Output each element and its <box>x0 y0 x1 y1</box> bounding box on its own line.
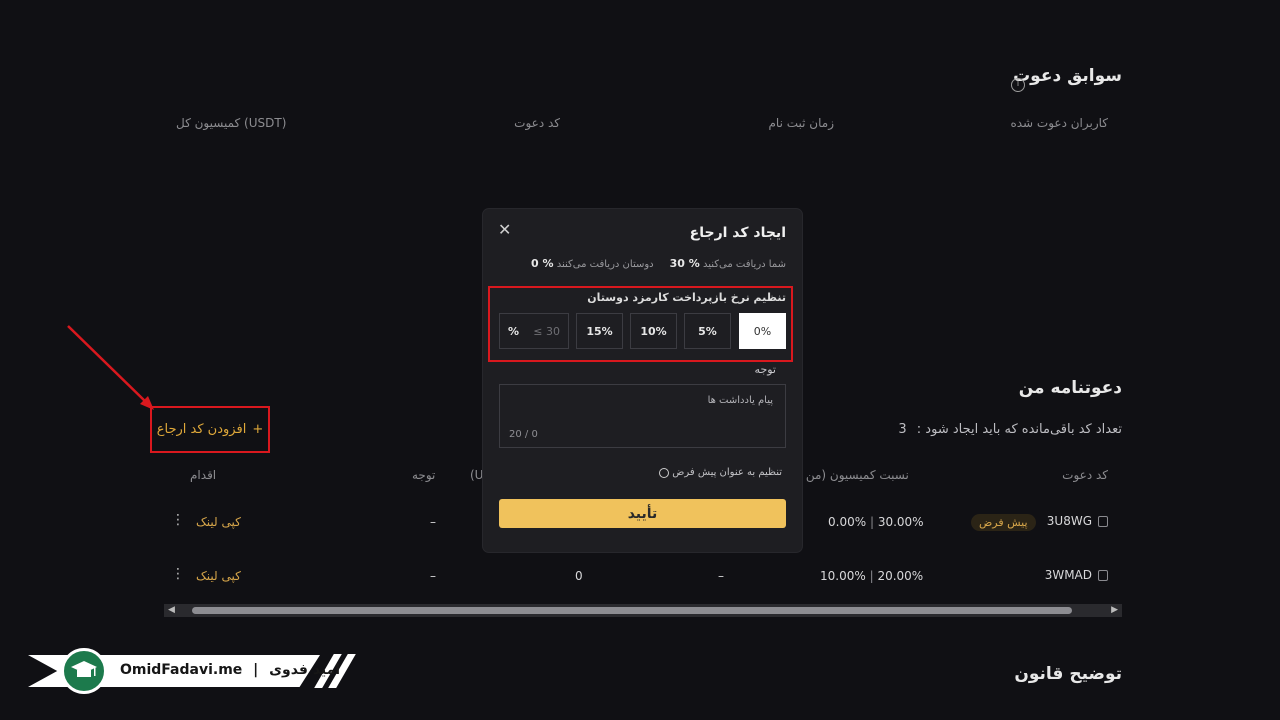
remaining-codes: تعداد کد باقی‌مانده که باید ایجاد شود : … <box>898 422 1122 437</box>
invite-code: 3WMAD <box>1044 568 1092 582</box>
horizontal-scrollbar[interactable]: ◀ ▶ <box>164 604 1122 617</box>
my-invites-title: دعوتنامه من <box>1018 378 1122 398</box>
table-row: 3WMAD 10.00% | 20.00% – 0 – کپی لینک ⋮ <box>0 562 1280 590</box>
more-options-icon[interactable]: ⋮ <box>171 566 185 582</box>
commission-summary: شما دریافت می‌کنید 30 % دوستان دریافت می… <box>531 257 786 270</box>
note-placeholder: پیام یادداشت ها <box>707 395 773 406</box>
copy-icon[interactable] <box>1098 515 1108 527</box>
invite-history-title: سوابق دعوت <box>1013 66 1122 86</box>
ratio-friend: 10.00% <box>820 569 866 583</box>
ratio-mine: 30.00% <box>877 515 924 529</box>
custom-rate-unit: % <box>508 324 520 338</box>
copy-link-button[interactable]: کپی لینک <box>196 569 241 583</box>
set-default-label: تنظیم به عنوان پیش فرض <box>672 467 782 478</box>
watermark: OmidFadavi.me | امید فدوی <box>28 648 356 694</box>
invite-code: 3U8WG <box>1046 514 1092 528</box>
col-invite-code: کد دعوت <box>514 116 560 130</box>
note-textarea[interactable]: پیام یادداشت ها 20 / 0 <box>499 384 786 448</box>
arrow-annotation-icon <box>67 325 154 410</box>
close-icon[interactable]: ✕ <box>498 220 511 239</box>
add-referral-code-button[interactable]: افزودن کد ارجاع + <box>150 406 270 453</box>
note-label: توجه <box>754 363 776 376</box>
copy-link-button[interactable]: کپی لینک <box>196 515 241 529</box>
col-invited-users: کاربران دعوت شده <box>1010 116 1108 130</box>
rules-title: توضیح قانون <box>1014 664 1122 684</box>
you-receive-label: شما دریافت می‌کنید <box>702 259 786 270</box>
custom-rate-input[interactable]: % ≤ 30 <box>499 313 569 349</box>
friend-receive-label: دوستان دریافت می‌کنند <box>556 259 654 270</box>
create-referral-modal: ایجاد کد ارجاع ✕ شما دریافت می‌کنید 30 %… <box>483 209 802 552</box>
remaining-value: 3 <box>898 422 907 437</box>
scroll-right-icon[interactable]: ▶ <box>1111 605 1118 615</box>
radio-icon[interactable] <box>659 467 670 478</box>
note-cell: – <box>430 515 436 529</box>
rate-option-0[interactable]: 0% <box>739 313 786 349</box>
th-note: توجه <box>412 468 436 482</box>
you-receive-value: 30 % <box>669 257 700 270</box>
col-total-commission: کمیسیون کل (USDT) <box>176 116 287 130</box>
invite-code-cell: 3U8WG <box>1047 514 1108 528</box>
ratio-cell: 10.00% | 20.00% <box>820 569 924 583</box>
count-cell: 0 <box>575 569 583 583</box>
note-cell: – <box>430 569 436 583</box>
modal-title: ایجاد کد ارجاع <box>689 225 786 241</box>
ratio-cell: 0.00% | 30.00% <box>828 515 924 529</box>
ratio-mine: 20.00% <box>877 569 924 583</box>
note-char-count: 20 / 0 <box>509 429 538 440</box>
scroll-left-icon[interactable]: ◀ <box>168 605 175 615</box>
rate-option-5[interactable]: 5% <box>684 313 731 349</box>
rate-option-10[interactable]: 10% <box>630 313 677 349</box>
copy-icon[interactable] <box>1098 569 1108 581</box>
more-options-icon[interactable]: ⋮ <box>171 512 185 528</box>
watermark-site: OmidFadavi.me <box>120 662 243 678</box>
ratio-friend: 0.00% <box>828 515 867 529</box>
watermark-name: امید فدوی <box>269 662 341 678</box>
confirm-button[interactable]: تأیید <box>499 499 786 528</box>
rate-label: تنظیم نرخ بازپرداخت کارمزد دوستان <box>587 291 786 304</box>
invite-code-cell: 3WMAD <box>1045 568 1108 582</box>
default-badge: پیش فرض <box>971 514 1036 531</box>
custom-rate-placeholder: ≤ 30 <box>533 324 560 338</box>
rate-option-15[interactable]: 15% <box>576 313 623 349</box>
th-ratio: نسبت کمیسیون (من | <box>798 468 909 482</box>
plus-icon: + <box>252 422 264 437</box>
remaining-label: تعداد کد باقی‌مانده که باید ایجاد شود : <box>916 422 1122 437</box>
friend-receive: دوستان دریافت می‌کنند 0 % <box>531 257 654 270</box>
dash-cell: – <box>718 569 724 583</box>
graduation-cap-icon <box>61 648 107 694</box>
you-receive: شما دریافت می‌کنید 30 % <box>670 257 786 270</box>
th-action: اقدام <box>190 468 217 482</box>
th-partial: (U <box>470 468 484 482</box>
info-icon[interactable]: i <box>1011 71 1025 92</box>
scroll-thumb[interactable] <box>192 607 1072 614</box>
set-default-option[interactable]: تنظیم به عنوان پیش فرض <box>659 467 782 478</box>
col-signup-time: زمان ثبت نام <box>768 116 835 130</box>
friend-receive-value: 0 % <box>531 257 554 270</box>
add-referral-label: افزودن کد ارجاع <box>156 422 247 437</box>
th-code: کد دعوت <box>1062 468 1108 482</box>
